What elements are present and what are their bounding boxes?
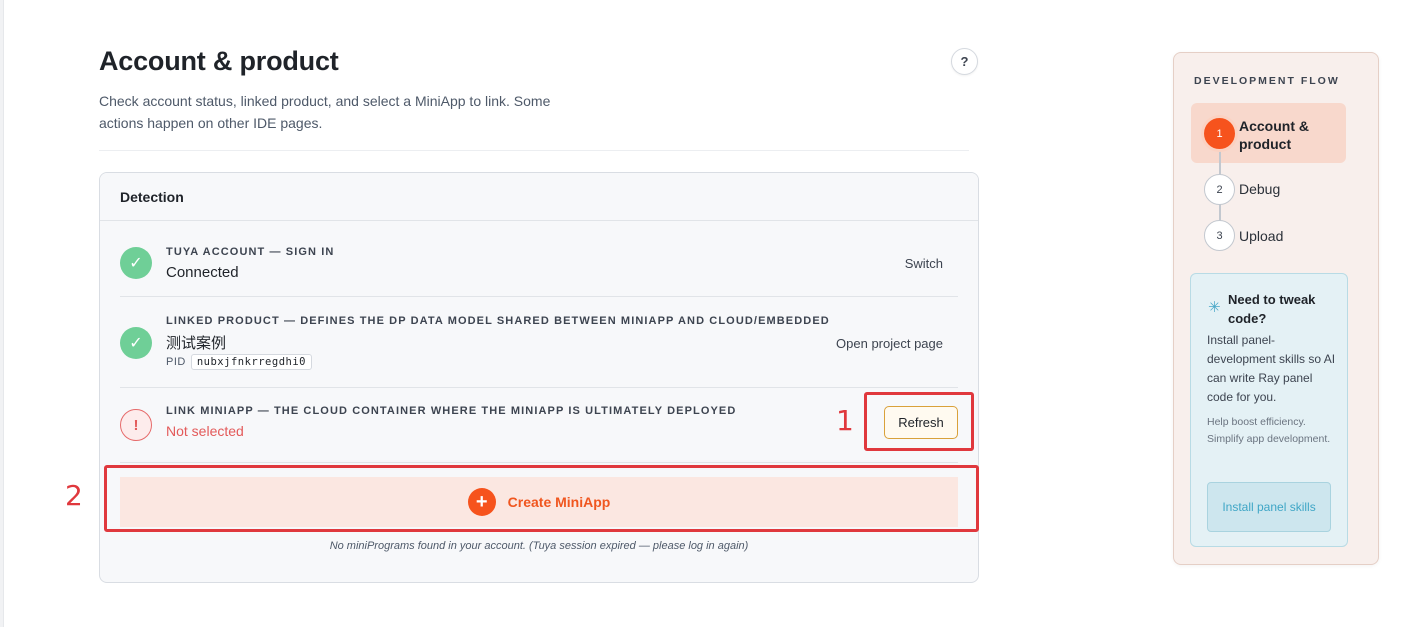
row-link-miniapp: ! LINK MINIAPP — THE CLOUD CONTAINER WHE… (120, 388, 958, 463)
annotation-box-2 (104, 465, 979, 532)
open-project-page-link[interactable]: Open project page (836, 336, 943, 351)
install-panel-skills-button[interactable]: Install panel skills (1207, 482, 1331, 532)
tip-subtext: Help boost efficiency. Simplify app deve… (1207, 416, 1331, 445)
row-label: LINK MINIAPP — THE CLOUD CONTAINER WHERE… (166, 405, 737, 417)
development-flow-panel: DEVELOPMENT FLOW 1 Account & product 2 D… (1173, 52, 1379, 565)
row-value-error: Not selected (166, 423, 244, 439)
row-value: Connected (166, 264, 239, 281)
step-label-account-product[interactable]: Account & product (1239, 117, 1329, 153)
page-title: Account & product (99, 46, 339, 76)
annotation-number-2: 2 (65, 479, 83, 512)
step-number-1[interactable]: 1 (1204, 118, 1235, 149)
error-exclamation-icon: ! (120, 409, 152, 441)
sparkle-icon: ✳ (1208, 299, 1221, 316)
pid-value: nubxjfnkrregdhi0 (190, 354, 312, 370)
tip-card: ✳ Need to tweak code? Install panel-deve… (1190, 273, 1348, 547)
product-name: 测试案例 (166, 335, 227, 352)
row-linked-product: ✓ LINKED PRODUCT — DEFINES THE DP DATA M… (120, 297, 958, 388)
pid-label: PID (166, 356, 186, 368)
row-label: LINKED PRODUCT — DEFINES THE DP DATA MOD… (166, 315, 830, 327)
help-button[interactable]: ? (951, 48, 978, 75)
left-edge-border (0, 0, 4, 627)
header-divider (99, 150, 969, 151)
page-description: Check account status, linked product, an… (99, 93, 551, 131)
tip-title: Need to tweak code? (1228, 292, 1316, 326)
annotation-number-1: 1 (836, 404, 854, 437)
detection-card-title: Detection (100, 173, 978, 221)
step-number-3[interactable]: 3 (1204, 220, 1235, 251)
tip-body: Install panel-development skills so AI c… (1207, 333, 1336, 404)
success-check-icon: ✓ (120, 247, 152, 279)
step-number-2[interactable]: 2 (1204, 174, 1235, 205)
success-check-icon: ✓ (120, 327, 152, 359)
pid-field: PID nubxjfnkrregdhi0 (166, 354, 312, 370)
row-label: TUYA ACCOUNT — SIGN IN (166, 246, 335, 258)
switch-account-link[interactable]: Switch (905, 256, 943, 271)
flow-title: DEVELOPMENT FLOW (1194, 75, 1340, 87)
annotation-box-1 (864, 392, 974, 451)
no-miniprograms-note: No miniPrograms found in your account. (… (329, 540, 749, 552)
step-label-upload[interactable]: Upload (1239, 228, 1283, 244)
row-tuya-account: ✓ TUYA ACCOUNT — SIGN IN Connected Switc… (120, 221, 958, 297)
step-label-debug[interactable]: Debug (1239, 181, 1280, 197)
